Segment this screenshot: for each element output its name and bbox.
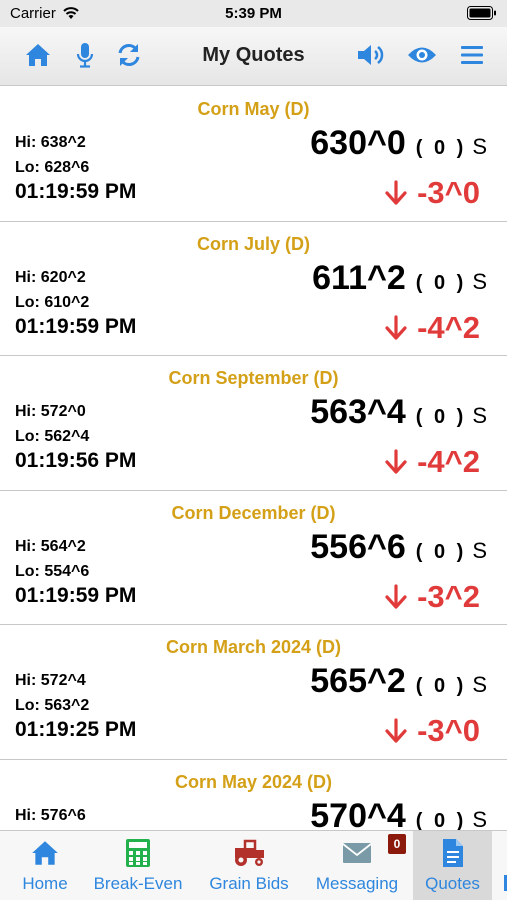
low-value: Lo: 628^6 [15, 159, 90, 176]
last-price: 563^4 [310, 393, 406, 431]
quote-time: 01:19:56 PM [15, 449, 137, 472]
tab-quotes[interactable]: Quotes [413, 831, 492, 900]
tab-break-even[interactable]: Break-Even [88, 831, 188, 900]
price-row: 563^4 ( 0 ) S [310, 393, 487, 432]
price-row: 570^4 ( 0 ) S [310, 797, 487, 831]
high-value: Hi: 564^2 [15, 537, 86, 555]
menu-icon[interactable] [457, 40, 487, 70]
price-row: 556^6 ( 0 ) S [310, 528, 487, 567]
tab-quotes-label: Quotes [425, 874, 480, 893]
down-arrow-icon [385, 583, 407, 610]
settle-flag: S [472, 806, 487, 831]
net-change: -4^2 [417, 309, 480, 345]
home-icon [30, 831, 60, 871]
quote-time: 01:19:59 PM [15, 583, 137, 607]
last-price: 565^2 [310, 662, 406, 700]
envelope-icon [342, 831, 372, 871]
settle-flag: S [472, 268, 487, 294]
top-toolbar: My Quotes [0, 27, 507, 86]
unread-count-badge: 0 [388, 834, 406, 854]
quote-card[interactable]: Corn September (D) Hi: 572^0 Lo: 562^4 0… [0, 356, 507, 491]
tab-break-even-label: Break-Even [93, 874, 183, 893]
change-row: -3^0 [385, 175, 480, 211]
calculator-icon [125, 831, 151, 871]
change-row: -3^2 [385, 579, 480, 615]
contract-name: Corn July (D) [196, 233, 310, 254]
low-value: Lo: 554^6 [15, 562, 90, 580]
price-row: 565^2 ( 0 ) S [310, 662, 487, 701]
volume: ( 0 ) [415, 675, 467, 697]
last-price: 630^0 [310, 124, 406, 162]
net-change: -4^2 [417, 444, 480, 479]
contract-name: Corn December (D) [171, 502, 336, 523]
bottom-tab-bar: Home Break-Even Grain Bids Messaging 0 Q… [0, 830, 507, 900]
quote-card[interactable]: Corn May 2024 (D) Hi: 576^6 570^4 ( 0 ) … [0, 760, 507, 831]
status-time: 5:39 PM [225, 5, 282, 22]
contract-name: Corn May (D) [197, 99, 310, 119]
tab-grain-bids[interactable]: Grain Bids [200, 831, 298, 900]
quote-list[interactable]: Corn May (D) Hi: 638^2 Lo: 628^6 01:19:5… [0, 87, 507, 830]
high-value: Hi: 572^4 [15, 672, 86, 689]
high-value: Hi: 638^2 [15, 134, 86, 151]
low-value: Lo: 562^4 [15, 428, 90, 445]
contract-name: Corn May 2024 (D) [174, 771, 333, 792]
low-value: Lo: 563^2 [15, 697, 90, 714]
contract-name: Corn March 2024 (D) [165, 637, 342, 657]
tab-home[interactable]: Home [10, 831, 80, 900]
status-bar: Carrier 5:39 PM [0, 0, 507, 27]
quote-time: 01:19:59 PM [15, 180, 137, 203]
home-icon[interactable] [23, 40, 53, 70]
last-price: 611^2 [312, 258, 406, 297]
high-value: Hi: 620^2 [15, 268, 86, 286]
price-row: 611^2 ( 0 ) S [312, 259, 487, 298]
low-value: Lo: 610^2 [15, 293, 90, 311]
next-tab-edge [501, 875, 507, 891]
down-arrow-icon [385, 314, 407, 341]
last-price: 570^4 [310, 796, 406, 831]
net-change: -3^0 [417, 713, 480, 748]
change-row: -3^0 [385, 713, 480, 749]
down-arrow-icon [385, 718, 407, 744]
quote-time: 01:19:25 PM [15, 718, 137, 741]
down-arrow-icon [385, 449, 407, 475]
high-value: Hi: 576^6 [15, 806, 86, 824]
tab-messaging-label: Messaging [315, 874, 399, 893]
quote-card[interactable]: Corn December (D) Hi: 564^2 Lo: 554^6 01… [0, 491, 507, 625]
document-icon [441, 831, 465, 871]
down-arrow-icon [385, 180, 407, 206]
settle-flag: S [472, 537, 487, 563]
change-row: -4^2 [385, 310, 480, 346]
eye-icon[interactable] [407, 40, 437, 70]
quote-time: 01:19:59 PM [15, 314, 137, 338]
battery-icon [467, 6, 497, 25]
change-row: -4^2 [385, 444, 480, 480]
tab-home-label: Home [22, 874, 68, 893]
settle-flag: S [472, 672, 487, 697]
net-change: -3^0 [417, 175, 480, 210]
high-value: Hi: 572^0 [15, 403, 86, 420]
quote-card[interactable]: Corn July (D) Hi: 620^2 Lo: 610^2 01:19:… [0, 222, 507, 356]
quote-card[interactable]: Corn March 2024 (D) Hi: 572^4 Lo: 563^2 … [0, 625, 507, 760]
last-price: 556^6 [310, 527, 406, 566]
volume: ( 0 ) [415, 809, 467, 831]
volume: ( 0 ) [415, 406, 467, 428]
tab-grain-bids-label: Grain Bids [209, 874, 289, 893]
settle-flag: S [472, 134, 487, 159]
net-change: -3^2 [417, 578, 480, 614]
price-row: 630^0 ( 0 ) S [310, 124, 487, 163]
quote-card[interactable]: Corn May (D) Hi: 638^2 Lo: 628^6 01:19:5… [0, 87, 507, 222]
volume: ( 0 ) [415, 271, 467, 294]
tractor-icon [231, 831, 267, 871]
settle-flag: S [472, 403, 487, 428]
speaker-icon[interactable] [356, 40, 386, 70]
volume: ( 0 ) [415, 137, 467, 159]
contract-name: Corn September (D) [168, 368, 339, 388]
refresh-icon[interactable] [114, 40, 144, 70]
volume: ( 0 ) [415, 540, 467, 563]
microphone-icon[interactable] [70, 40, 100, 70]
tab-messaging[interactable]: Messaging 0 [308, 831, 406, 900]
